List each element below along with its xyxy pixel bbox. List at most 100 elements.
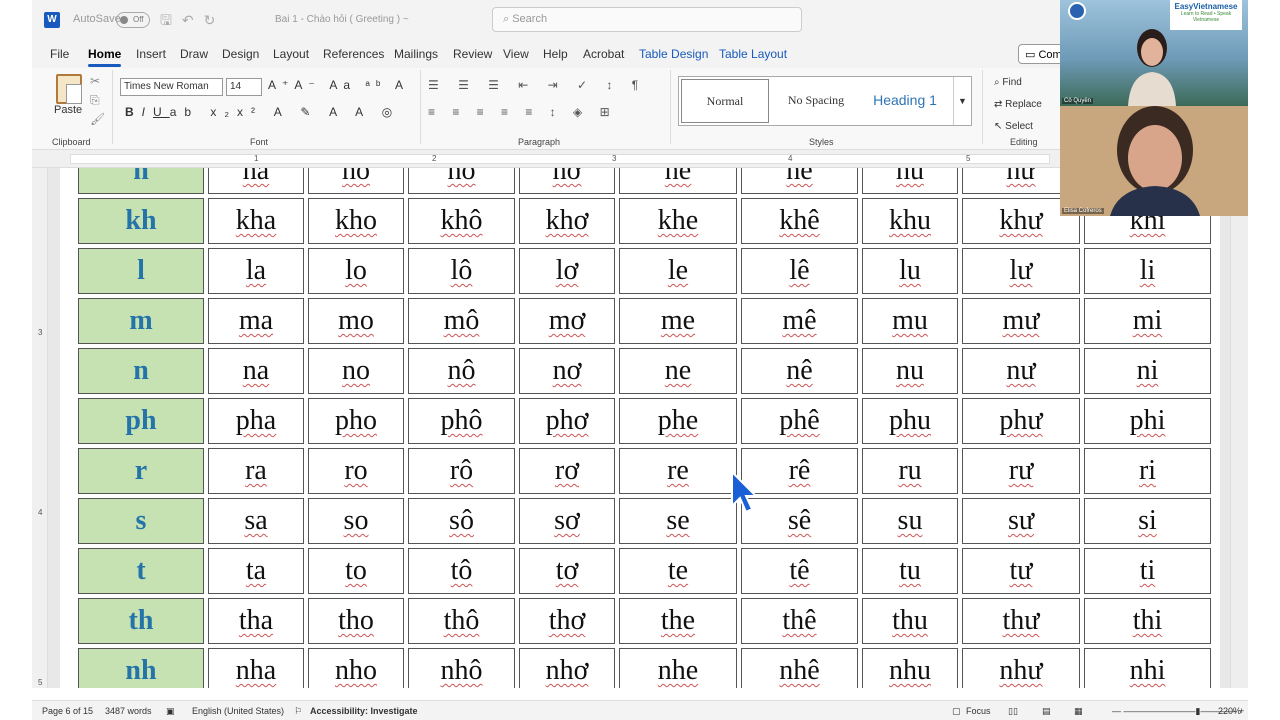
- autosave-toggle[interactable]: Off: [116, 12, 150, 28]
- font-size-controls[interactable]: A⁺A⁻ Aa ᵃᵇ A: [268, 78, 409, 92]
- syllable-cell[interactable]: the: [619, 598, 737, 644]
- syllable-cell[interactable]: ta: [208, 548, 304, 594]
- syllable-cell[interactable]: pho: [308, 398, 404, 444]
- document-canvas[interactable]: hhahohôhơhehêhuhưhikhkhakhokhôkhơkhekhêk…: [48, 168, 1230, 688]
- syllable-cell[interactable]: mê: [741, 298, 858, 344]
- document-page[interactable]: hhahohôhơhehêhuhưhikhkhakhokhôkhơkhekhêk…: [60, 168, 1220, 688]
- syllable-cell[interactable]: sa: [208, 498, 304, 544]
- tab-mailings[interactable]: Mailings: [394, 47, 438, 61]
- syllable-cell[interactable]: si: [1084, 498, 1211, 544]
- tab-table-design[interactable]: Table Design: [639, 47, 708, 61]
- consonant-cell[interactable]: r: [78, 448, 204, 494]
- tab-file[interactable]: File: [50, 47, 69, 61]
- style-normal[interactable]: Normal: [681, 79, 769, 123]
- syllable-cell[interactable]: mư: [962, 298, 1080, 344]
- syllable-cell[interactable]: rê: [741, 448, 858, 494]
- syllable-cell[interactable]: lu: [862, 248, 958, 294]
- syllable-cell[interactable]: li: [1084, 248, 1211, 294]
- syllable-cell[interactable]: khu: [862, 198, 958, 244]
- paste-button-label[interactable]: Paste: [54, 104, 82, 116]
- syllable-cell[interactable]: nhô: [408, 648, 515, 688]
- syllable-cell[interactable]: lô: [408, 248, 515, 294]
- consonant-cell[interactable]: h: [78, 168, 204, 194]
- syllable-cell[interactable]: na: [208, 348, 304, 394]
- alignment-buttons[interactable]: ≡ ≡ ≡ ≡ ≡ ↕ ◈ ⊞: [428, 105, 617, 119]
- select-button[interactable]: ↖ Select: [994, 116, 1042, 138]
- syllable-cell[interactable]: tê: [741, 548, 858, 594]
- syllable-cell[interactable]: kha: [208, 198, 304, 244]
- syllable-cell[interactable]: ni: [1084, 348, 1211, 394]
- tab-acrobat[interactable]: Acrobat: [583, 47, 624, 61]
- language-label[interactable]: English (United States): [192, 706, 284, 716]
- tab-review[interactable]: Review: [453, 47, 492, 61]
- styles-more-icon[interactable]: ▼: [953, 77, 971, 125]
- tab-table-layout[interactable]: Table Layout: [719, 47, 787, 61]
- syllable-cell[interactable]: hu: [862, 168, 958, 194]
- syllable-cell[interactable]: khê: [741, 198, 858, 244]
- syllable-cell[interactable]: tu: [862, 548, 958, 594]
- syllable-cell[interactable]: phe: [619, 398, 737, 444]
- accessibility-status[interactable]: Accessibility: Investigate: [310, 706, 418, 716]
- syllable-cell[interactable]: no: [308, 348, 404, 394]
- tab-view[interactable]: View: [503, 47, 529, 61]
- focus-button[interactable]: Focus: [966, 706, 991, 716]
- syllable-cell[interactable]: thu: [862, 598, 958, 644]
- consonant-cell[interactable]: nh: [78, 648, 204, 688]
- syllable-cell[interactable]: sơ: [519, 498, 615, 544]
- tab-home[interactable]: Home: [88, 47, 122, 67]
- paste-icon[interactable]: [56, 74, 82, 104]
- tab-layout[interactable]: Layout: [273, 47, 309, 61]
- syllable-cell[interactable]: ho: [308, 168, 404, 194]
- syllable-cell[interactable]: sô: [408, 498, 515, 544]
- syllable-cell[interactable]: mo: [308, 298, 404, 344]
- syllable-cell[interactable]: tư: [962, 548, 1080, 594]
- syllable-cell[interactable]: mô: [408, 298, 515, 344]
- consonant-cell[interactable]: s: [78, 498, 204, 544]
- syllable-cell[interactable]: khô: [408, 198, 515, 244]
- syllable-cell[interactable]: như: [962, 648, 1080, 688]
- syllable-cell[interactable]: hê: [741, 168, 858, 194]
- syllable-cell[interactable]: ra: [208, 448, 304, 494]
- syllable-cell[interactable]: hô: [408, 168, 515, 194]
- proofing-icon[interactable]: ▣: [166, 706, 175, 717]
- syllable-cell[interactable]: he: [619, 168, 737, 194]
- syllable-cell[interactable]: lư: [962, 248, 1080, 294]
- syllable-cell[interactable]: thi: [1084, 598, 1211, 644]
- consonant-cell[interactable]: th: [78, 598, 204, 644]
- syllable-cell[interactable]: so: [308, 498, 404, 544]
- syllable-cell[interactable]: mi: [1084, 298, 1211, 344]
- syllable-cell[interactable]: nu: [862, 348, 958, 394]
- quick-access-icons[interactable]: 🖫↶↻: [160, 10, 225, 34]
- syllable-cell[interactable]: thư: [962, 598, 1080, 644]
- syllable-cell[interactable]: phơ: [519, 398, 615, 444]
- syllable-cell[interactable]: rơ: [519, 448, 615, 494]
- syllable-cell[interactable]: lơ: [519, 248, 615, 294]
- tab-design[interactable]: Design: [222, 47, 259, 61]
- syllable-cell[interactable]: ha: [208, 168, 304, 194]
- syllable-cell[interactable]: ri: [1084, 448, 1211, 494]
- consonant-cell[interactable]: l: [78, 248, 204, 294]
- syllable-cell[interactable]: mơ: [519, 298, 615, 344]
- consonant-cell[interactable]: m: [78, 298, 204, 344]
- syllable-cell[interactable]: ro: [308, 448, 404, 494]
- syllable-cell[interactable]: nơ: [519, 348, 615, 394]
- syllable-cell[interactable]: se: [619, 498, 737, 544]
- read-mode-icon[interactable]: ▯▯: [1008, 706, 1018, 717]
- print-layout-icon[interactable]: ▤: [1042, 706, 1051, 717]
- syllable-cell[interactable]: me: [619, 298, 737, 344]
- font-name-select[interactable]: Times New Roman: [120, 78, 223, 96]
- consonant-cell[interactable]: t: [78, 548, 204, 594]
- syllable-cell[interactable]: sê: [741, 498, 858, 544]
- syllable-cell[interactable]: rư: [962, 448, 1080, 494]
- font-size-select[interactable]: 14: [226, 78, 262, 96]
- syllable-cell[interactable]: nha: [208, 648, 304, 688]
- syllable-cell[interactable]: tha: [208, 598, 304, 644]
- syllable-cell[interactable]: thô: [408, 598, 515, 644]
- syllable-cell[interactable]: phi: [1084, 398, 1211, 444]
- syllable-cell[interactable]: khe: [619, 198, 737, 244]
- web-layout-icon[interactable]: ▦: [1074, 706, 1083, 717]
- syllable-cell[interactable]: tơ: [519, 548, 615, 594]
- syllable-cell[interactable]: nư: [962, 348, 1080, 394]
- vertical-scrollbar[interactable]: [1230, 168, 1248, 688]
- syllable-cell[interactable]: lo: [308, 248, 404, 294]
